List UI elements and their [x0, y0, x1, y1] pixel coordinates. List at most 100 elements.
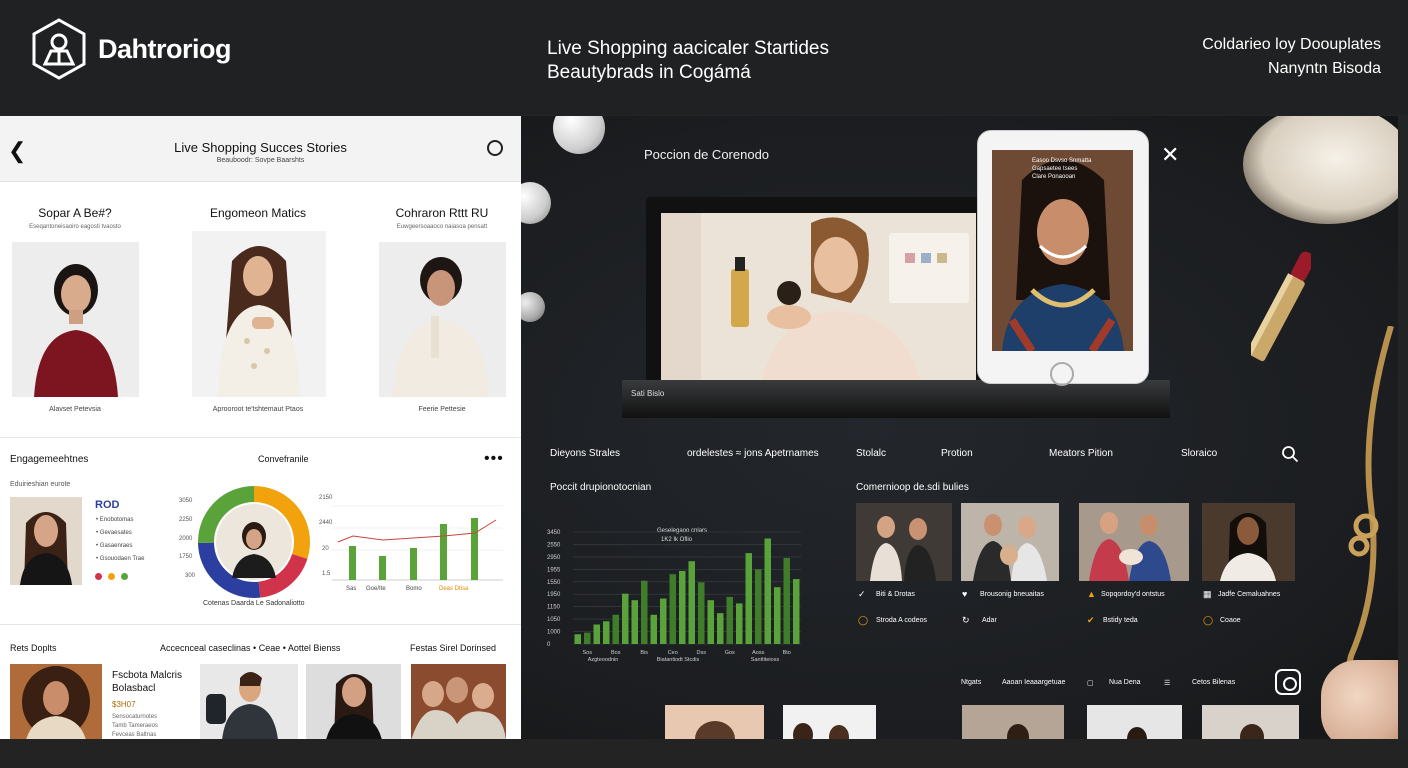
- phone-livestream[interactable]: Easoo Dsvso Snmatta Gapsaetee tsees Clar…: [992, 150, 1133, 351]
- card-heading: Engomeon Matics: [209, 206, 307, 220]
- community-photo-2[interactable]: [961, 503, 1059, 581]
- featured-line: Sensocaturnotes: [112, 714, 158, 720]
- nav-item[interactable]: Protion: [941, 448, 973, 459]
- chart-bar: [755, 569, 762, 644]
- camera-icon[interactable]: [1275, 669, 1301, 695]
- card-caption: Alavset Petevsia: [49, 406, 101, 413]
- chart-bar: [379, 556, 386, 580]
- chart-x-label: Santtiteioss: [751, 657, 780, 662]
- card-sub: Eseqantoneisaoiro eagosti tvaosto: [29, 224, 121, 230]
- card-heading: Cohraron Rttt RU: [395, 206, 489, 220]
- laptop-base: [622, 380, 1170, 418]
- search-icon[interactable]: [1281, 445, 1299, 463]
- chart-x-tick: Bos: [611, 650, 621, 656]
- phone-home-button[interactable]: [1050, 362, 1074, 386]
- app-header: Dahtroriog Live Shopping aacicaler Start…: [0, 0, 1408, 115]
- chart-y-tick: 2950: [547, 555, 561, 561]
- donut-axis-label: 300: [185, 573, 196, 579]
- chart-bar: [707, 600, 714, 644]
- bottom-link[interactable]: Nua Dena: [1109, 679, 1141, 686]
- engagement-item: • Enobotomas: [96, 517, 134, 523]
- stream-label: Sati Bislo: [631, 389, 665, 398]
- community-photo-4[interactable]: [1202, 503, 1295, 581]
- refresh-icon[interactable]: ↻: [962, 615, 970, 626]
- donut-axis-label: 2250: [179, 517, 193, 523]
- bottom-photo-2[interactable]: [783, 705, 876, 739]
- nav-item[interactable]: Sloraico: [1181, 448, 1217, 459]
- chart-y-tick: 1050: [547, 617, 561, 623]
- nav-item[interactable]: Meators Pition: [1049, 448, 1113, 459]
- success-stories-panel: ❮ Live Shopping Succes Stories Beauboodr…: [0, 116, 521, 739]
- bottom-link[interactable]: Ntgats: [961, 679, 981, 686]
- grid-icon[interactable]: ▦: [1203, 589, 1212, 600]
- engagement-subtitle: Eduirieshian eurote: [10, 481, 71, 488]
- header-right-line2: Nanyntn Bisoda: [1268, 60, 1381, 77]
- community-row-label: Adar: [982, 617, 997, 624]
- recent-title: Rets Doplts: [10, 643, 57, 653]
- chart-bar: [688, 561, 695, 644]
- brand-logo-icon[interactable]: [32, 18, 86, 80]
- chart-y-tick: 1950: [547, 592, 561, 598]
- story-image-1[interactable]: [12, 242, 139, 397]
- chart-y-tick: 3450: [547, 530, 561, 536]
- panel-subtitle: Beauboodr: Sovpe Baarshts: [216, 157, 305, 164]
- bottom-photo-5[interactable]: [1202, 705, 1299, 739]
- story-image-3[interactable]: [379, 242, 506, 397]
- chart-bar: [650, 614, 657, 644]
- livestream-video[interactable]: [661, 213, 976, 381]
- line-x-label: Sas: [346, 586, 357, 592]
- conversion-title: Convefranile: [258, 454, 309, 464]
- chart-bar: [603, 621, 610, 644]
- bottom-link[interactable]: Cetos Bilenas: [1192, 679, 1235, 686]
- chart-bar: [669, 574, 676, 644]
- recent-image-4[interactable]: [411, 664, 506, 739]
- chart-x-tick: Aoss: [752, 650, 764, 656]
- line-x-label: Bomo: [406, 586, 422, 592]
- panel-option-circle-icon[interactable]: [487, 140, 503, 156]
- community-photo-3[interactable]: [1079, 503, 1189, 581]
- chart-bar: [679, 570, 686, 644]
- engagement-image[interactable]: [10, 497, 82, 585]
- flame-icon[interactable]: ▲: [1087, 589, 1096, 599]
- recent-image-3[interactable]: [306, 664, 401, 739]
- card-caption: Feerie Pettesie: [418, 406, 466, 413]
- community-row-label: Stroda A codeos: [876, 617, 927, 624]
- story-image-2[interactable]: [192, 231, 326, 397]
- heart-icon[interactable]: ♥: [962, 589, 967, 599]
- donut-axis-label: 1750: [179, 554, 193, 560]
- engagement-title: Engagemeehtnes: [10, 454, 89, 465]
- bottom-photo-3[interactable]: [962, 705, 1064, 739]
- chart-bar: [574, 634, 581, 644]
- close-icon[interactable]: ✕: [1161, 142, 1179, 168]
- nav-item[interactable]: Stolalc: [856, 448, 886, 459]
- donut-axis-label: 3050: [179, 498, 193, 504]
- nav-item[interactable]: Dieyons Strales: [550, 448, 620, 459]
- line-x-label: Goe/Ite: [366, 586, 386, 592]
- share-icon[interactable]: ✓: [858, 589, 866, 600]
- ring-icon[interactable]: ◯: [858, 615, 868, 626]
- page: { "header": { "brand": "Dahtroriog", "ti…: [0, 0, 1408, 768]
- chart-bar: [631, 600, 638, 644]
- community-row-label: Brousonig bneuaitas: [980, 591, 1044, 598]
- featured-line: Tamb Tameraeos: [112, 723, 158, 729]
- check-icon[interactable]: ✔: [1087, 615, 1095, 626]
- chart-x-label: Azgteoodnin: [588, 657, 619, 662]
- chart-bar: [471, 518, 478, 580]
- bottom-link[interactable]: Aaoan Ieaaargetuae: [1002, 679, 1065, 686]
- bottom-photo-4[interactable]: [1087, 705, 1182, 739]
- recent-filters[interactable]: Accecnceal caseclinas • Ceae • Aottel Bi…: [160, 643, 340, 653]
- bottom-photo-1[interactable]: [665, 705, 764, 739]
- recent-image-1[interactable]: [10, 664, 102, 739]
- header-title-line1: Live Shopping aacicaler Startides: [547, 38, 830, 59]
- bottom-link-icon-list[interactable]: ☰: [1164, 679, 1170, 687]
- ring-icon[interactable]: ◯: [1203, 615, 1213, 626]
- recent-image-2[interactable]: [200, 664, 298, 739]
- nav-item[interactable]: ordelestes ≈ jons Apetrnames: [687, 448, 819, 459]
- community-photo-1[interactable]: [856, 503, 952, 581]
- chart-bar: [660, 598, 667, 644]
- header-right-line1: Coldarieo loy Doouplates: [1202, 36, 1381, 53]
- bottom-link-icon-video[interactable]: ▢: [1087, 679, 1094, 687]
- donut-axis-label: 2000: [179, 536, 193, 542]
- more-options-icon[interactable]: •••: [484, 450, 504, 468]
- chart-bar: [774, 587, 781, 644]
